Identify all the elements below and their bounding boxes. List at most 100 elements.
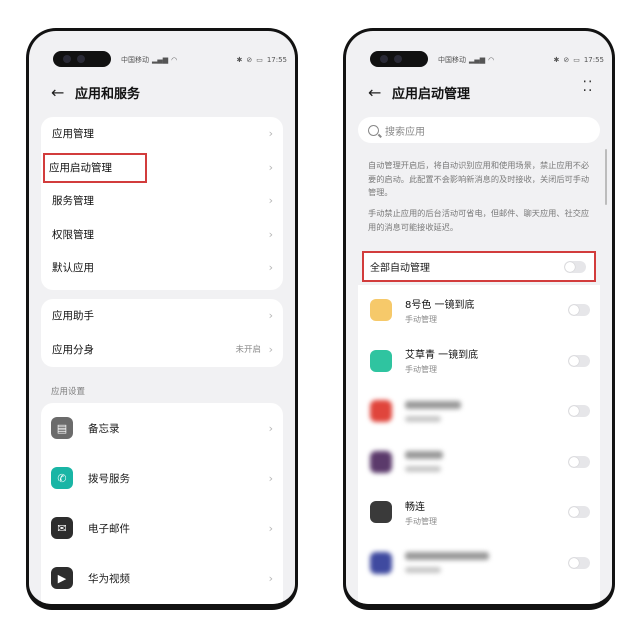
- app-settings-card: ▤ 备忘录 › ✆ 拨号服务 › ✉ 电子邮件 › ▶ 华为视频 ›: [41, 403, 283, 604]
- chevron-right-icon: ›: [268, 421, 273, 435]
- blurred-app-text: [405, 400, 461, 422]
- status-bar: ✱ ⊘ ▭ 17:55: [236, 53, 287, 67]
- title-bar: ← 应用启动管理 ⁚⁚: [346, 80, 612, 103]
- right-phone-screen: 中国移动 ▂▄▆ ◠ ✱ ⊘ ▭ 17:55 ← 应用启动管理 ⁚⁚ 搜索应用 …: [343, 28, 615, 610]
- mute-icon: ⊘: [246, 56, 253, 64]
- chevron-right-icon: ›: [268, 342, 273, 356]
- app-twin-status: 未开启: [235, 345, 261, 356]
- app-row-6[interactable]: [358, 538, 600, 589]
- app-item-video[interactable]: ▶ 华为视频 ›: [41, 553, 283, 603]
- chevron-right-icon: ›: [268, 309, 273, 323]
- menu-item-default-apps[interactable]: 默认应用 ›: [41, 251, 283, 285]
- battery-icon: ▭: [573, 56, 580, 64]
- side-button: [343, 271, 346, 297]
- signal-icon: ▂▄▆: [152, 56, 169, 64]
- back-arrow-icon[interactable]: ←: [29, 83, 64, 102]
- app-toggle[interactable]: [568, 354, 590, 367]
- chevron-right-icon: ›: [268, 521, 273, 535]
- app-name: 畅连: [405, 501, 425, 513]
- app-label: 电子邮件: [88, 522, 130, 535]
- bluetooth-icon: ✱: [553, 56, 560, 64]
- all-auto-manage-label: 全部自动管理: [370, 263, 430, 274]
- blurred-app-text: [405, 552, 489, 574]
- phone-icon: ✆: [51, 467, 73, 489]
- back-arrow-icon[interactable]: ←: [346, 83, 381, 102]
- chevron-right-icon: ›: [268, 261, 273, 275]
- app-label: 备忘录: [88, 422, 120, 435]
- auto-manage-description: 自动管理开启后，将自动识别应用和使用场景，禁止应用不必要的启动。此配置不会影响新…: [368, 160, 590, 197]
- app-icon: [370, 551, 392, 574]
- menu-item-label: 服务管理: [52, 195, 94, 208]
- app-icon: [370, 501, 392, 524]
- status-time: 17:55: [266, 56, 287, 64]
- more-options-icon[interactable]: ⁚⁚: [582, 80, 594, 94]
- status-carrier: 中国移动 ▂▄▆ ◠: [121, 53, 177, 67]
- menu-item-app-assistant[interactable]: 应用助手 ›: [41, 299, 283, 333]
- menu-item-label: 权限管理: [52, 228, 94, 241]
- menu-item-service-management[interactable]: 服务管理 ›: [41, 184, 283, 218]
- menu-item-label: 应用助手: [52, 310, 94, 323]
- app-toggle[interactable]: [568, 556, 590, 569]
- status-carrier: 中国移动 ▂▄▆ ◠: [438, 53, 494, 67]
- page-title: 应用启动管理: [392, 86, 471, 102]
- left-phone-screen: 中国移动 ▂▄▆ ◠ ✱ ⊘ ▭ 17:55 ← 应用和服务 应用管理 › 应用启…: [26, 28, 298, 610]
- notepad-icon: ▤: [51, 417, 73, 439]
- chevron-right-icon: ›: [268, 194, 273, 208]
- app-row-3[interactable]: [358, 386, 600, 437]
- scrollbar[interactable]: [605, 149, 607, 205]
- manual-manage-description: 手动禁止应用的后台活动可省电，但邮件、聊天应用、社交应用的消息可能接收延迟。: [368, 208, 590, 232]
- chevron-right-icon: ›: [268, 161, 273, 174]
- menu-item-app-twin[interactable]: 应用分身 未开启 ›: [41, 333, 283, 367]
- menu-item-label: 应用启动管理: [49, 162, 112, 174]
- app-icon: [370, 450, 392, 473]
- app-toggle[interactable]: [568, 405, 590, 418]
- app-toggle[interactable]: [568, 506, 590, 519]
- chevron-right-icon: ›: [268, 227, 273, 241]
- app-toggle[interactable]: [568, 304, 590, 317]
- video-icon: ▶: [51, 567, 73, 589]
- section-label-app-settings: 应用设置: [51, 387, 86, 397]
- side-button: [295, 271, 298, 297]
- signal-icon: ▂▄▆: [469, 56, 486, 64]
- page-title: 应用和服务: [75, 86, 141, 102]
- front-camera: [370, 51, 428, 67]
- bluetooth-icon: ✱: [236, 56, 243, 64]
- menu-item-permission-management[interactable]: 权限管理 ›: [41, 218, 283, 252]
- settings-card-1: 应用管理 › 应用启动管理 服务管理 › 权限管理 › 默认应用 ›: [41, 117, 283, 290]
- menu-item-app-management[interactable]: 应用管理 ›: [41, 117, 283, 151]
- app-name: 艾草青 一镜到底: [405, 350, 479, 362]
- app-status: 手动管理: [405, 516, 437, 526]
- menu-item-label: 默认应用: [52, 262, 94, 275]
- app-row-1[interactable]: 8号色 一镜到底 手动管理: [358, 285, 600, 336]
- search-icon: [368, 124, 379, 136]
- app-toggle[interactable]: [568, 455, 590, 468]
- chevron-right-icon: ›: [268, 127, 273, 141]
- app-label: 华为视频: [88, 572, 130, 585]
- app-row-2[interactable]: 艾草青 一镜到底 手动管理: [358, 336, 600, 387]
- search-input[interactable]: 搜索应用: [358, 117, 600, 143]
- app-list: 8号色 一镜到底 手动管理 艾草青 一镜到底 手动管理 畅连 手动管理: [358, 285, 600, 604]
- battery-icon: ▭: [256, 56, 263, 64]
- all-auto-manage-row[interactable]: 全部自动管理: [362, 251, 596, 282]
- status-bar: ✱ ⊘ ▭ 17:55: [553, 53, 604, 67]
- blurred-app-text: [405, 451, 443, 473]
- app-icon: [370, 400, 392, 423]
- app-row-5[interactable]: 畅连 手动管理: [358, 487, 600, 538]
- menu-item-app-launch-management[interactable]: 应用启动管理: [43, 152, 147, 183]
- app-status: 手动管理: [405, 314, 437, 324]
- status-time: 17:55: [583, 56, 604, 64]
- app-item-email[interactable]: ✉ 电子邮件 ›: [41, 503, 283, 553]
- wifi-icon: ◠: [171, 56, 178, 64]
- mute-icon: ⊘: [563, 56, 570, 64]
- app-row-4[interactable]: [358, 437, 600, 488]
- app-icon: [370, 299, 392, 322]
- chevron-right-icon: ›: [268, 571, 273, 585]
- menu-item-label: 应用分身: [52, 343, 94, 356]
- settings-card-2: 应用助手 › 应用分身 未开启 ›: [41, 299, 283, 367]
- chevron-right-icon: ›: [268, 471, 273, 485]
- app-item-dialer[interactable]: ✆ 拨号服务 ›: [41, 453, 283, 503]
- app-label: 拨号服务: [88, 472, 130, 485]
- all-auto-manage-toggle[interactable]: [564, 260, 586, 273]
- carrier-label: 中国移动: [121, 56, 149, 64]
- app-item-notes[interactable]: ▤ 备忘录 ›: [41, 403, 283, 453]
